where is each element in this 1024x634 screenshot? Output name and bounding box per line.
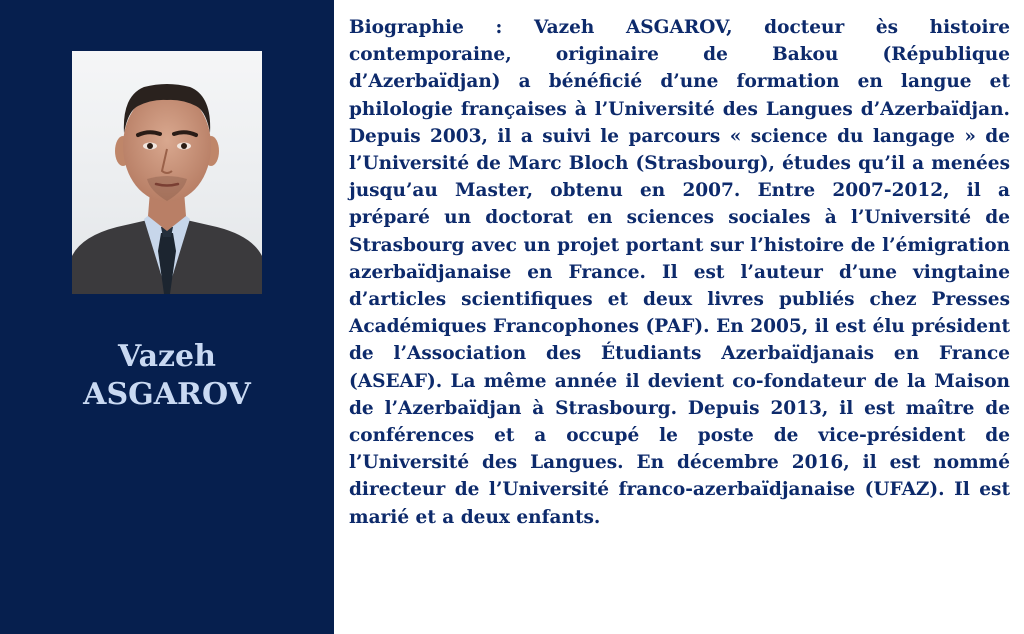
person-last-name: ASGAROV — [83, 377, 251, 412]
person-name: Vazeh ASGAROV — [0, 338, 334, 414]
biography-card: Vazeh ASGAROV Biographie : Vazeh ASGAROV… — [0, 0, 1024, 634]
biography-text: Biographie : Vazeh ASGAROV, docteur ès h… — [349, 17, 1010, 528]
profile-panel: Vazeh ASGAROV — [0, 0, 334, 634]
person-first-name: Vazeh — [118, 339, 216, 374]
portrait-photo — [72, 51, 262, 294]
person-portrait-icon — [72, 51, 262, 294]
